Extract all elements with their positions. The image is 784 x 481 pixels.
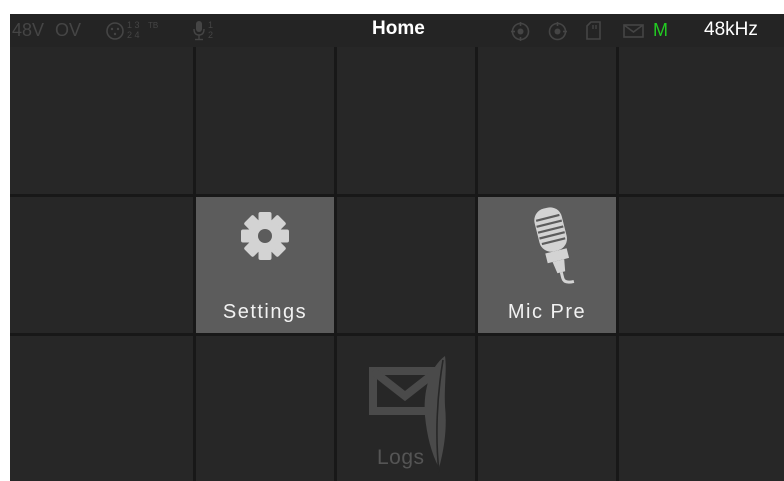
mic-numbers-bottom: 2 <box>208 30 214 40</box>
mic-numbers-top: 1 <box>208 20 214 30</box>
device-screen: 48V OV 1 3 2 4 TB 1 2 Home M 48kHz Setti… <box>10 14 784 481</box>
empty-tile <box>10 197 193 333</box>
input-numbers-top: 1 3 <box>127 20 140 30</box>
empty-tile <box>10 336 193 481</box>
empty-tile <box>619 197 784 333</box>
empty-tile <box>337 197 475 333</box>
empty-tile <box>619 47 784 194</box>
empty-tile <box>10 47 193 194</box>
overvoltage-indicator: OV <box>55 20 82 40</box>
status-bar: 48V OV 1 3 2 4 TB 1 2 Home M 48kHz <box>10 14 784 47</box>
empty-tile <box>196 336 334 481</box>
empty-tile <box>478 336 616 481</box>
empty-tile <box>619 336 784 481</box>
sample-rate-indicator: 48kHz <box>704 19 758 40</box>
word-clock-icon <box>548 22 567 41</box>
empty-tile <box>478 47 616 194</box>
gear-icon <box>241 212 289 260</box>
logs-tile[interactable]: Logs <box>337 336 475 481</box>
settings-tile[interactable]: Settings <box>196 197 334 333</box>
mic-pre-tile-label: Mic Pre <box>507 301 587 323</box>
message-icon <box>623 24 644 38</box>
mic-status-icon <box>193 21 205 41</box>
input-numbers-bottom: 2 4 <box>127 30 140 40</box>
microphone-icon <box>534 207 575 284</box>
talkback-indicator: TB <box>148 21 159 30</box>
sync-clock-icon <box>511 22 530 41</box>
mode-indicator: M <box>653 20 668 40</box>
empty-tile <box>337 47 475 194</box>
mic-pre-tile[interactable]: Mic Pre <box>478 197 616 333</box>
settings-tile-label: Settings <box>222 301 308 323</box>
phantom-power-indicator: 48V <box>12 20 45 40</box>
page-title: Home <box>372 18 425 39</box>
usb-card-icon <box>586 21 601 40</box>
empty-tile <box>196 47 334 194</box>
xlr-input-icon <box>106 22 124 40</box>
logs-tile-label: Logs <box>377 446 425 469</box>
home-tile-grid: Settings Mic Pre Logs <box>10 47 784 481</box>
